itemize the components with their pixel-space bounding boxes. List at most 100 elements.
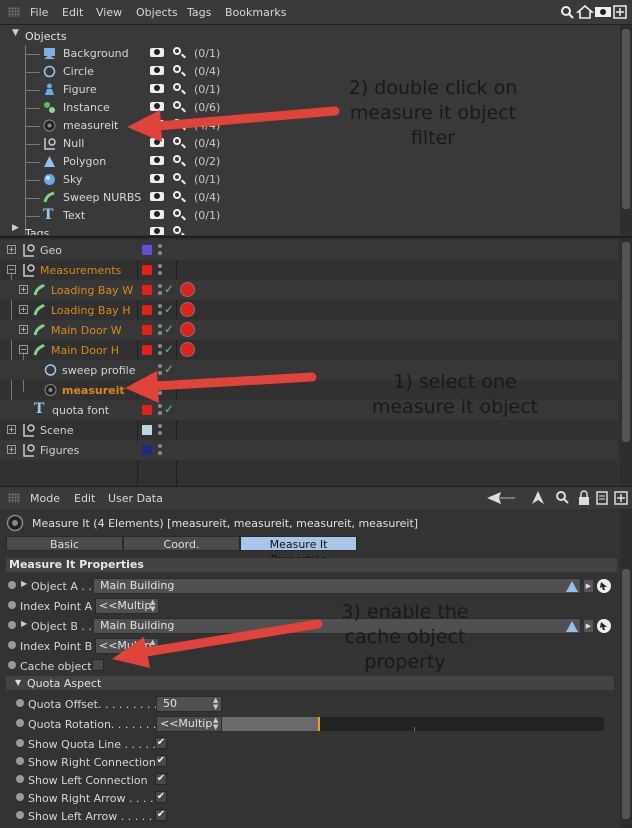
expand-icon[interactable]: + xyxy=(7,445,16,454)
group-quota-aspect[interactable]: ▼ Quota Aspect xyxy=(6,676,614,690)
object-row-scene[interactable]: + Scene xyxy=(0,420,618,440)
animation-dot-icon[interactable] xyxy=(16,699,24,707)
eye-icon[interactable] xyxy=(595,7,611,17)
visibility-dots[interactable] xyxy=(158,443,162,457)
quota-rotation-slider[interactable] xyxy=(222,717,604,731)
collapse-arrow-icon[interactable]: ▼ xyxy=(12,28,19,38)
animation-dot-icon[interactable] xyxy=(16,739,24,747)
menu-edit[interactable]: Edit xyxy=(74,492,95,505)
attribute-scrollbar[interactable] xyxy=(620,509,632,828)
visibility-dots[interactable] xyxy=(158,403,162,417)
spinner-icon[interactable]: ▲ ▼ xyxy=(213,717,218,731)
visibility-dots[interactable] xyxy=(158,363,162,377)
expand-icon[interactable]: + xyxy=(19,285,28,294)
show-quota-line-checkbox[interactable]: ✔ xyxy=(155,737,167,749)
search-icon[interactable] xyxy=(173,65,181,73)
eye-icon[interactable] xyxy=(150,102,164,111)
eye-icon[interactable] xyxy=(150,48,164,57)
eye-icon[interactable] xyxy=(150,210,164,219)
animation-dot-icon[interactable] xyxy=(16,811,24,819)
eye-icon[interactable] xyxy=(150,174,164,183)
search-icon[interactable] xyxy=(173,209,181,217)
layer-color-swatch[interactable] xyxy=(142,425,152,435)
visibility-dots[interactable] xyxy=(158,383,162,397)
filter-root-row[interactable]: ▼ Objects xyxy=(0,27,620,45)
search-icon[interactable] xyxy=(173,119,181,127)
object-row-measurements[interactable]: − Measurements xyxy=(0,260,618,280)
enabled-check-icon[interactable]: ✓ xyxy=(164,282,174,296)
scrollbar-thumb[interactable] xyxy=(622,569,630,819)
animation-dot-icon[interactable] xyxy=(16,719,24,727)
enabled-check-icon[interactable]: ✓ xyxy=(164,362,174,376)
spinner-icon[interactable]: ▲ ▼ xyxy=(213,697,218,711)
layer-color-swatch[interactable] xyxy=(142,405,152,415)
expand-icon[interactable]: + xyxy=(19,325,28,334)
expand-icon[interactable]: + xyxy=(7,425,16,434)
menu-edit[interactable]: Edit xyxy=(62,6,83,19)
material-tag-icon[interactable] xyxy=(180,322,195,337)
slider-marker[interactable] xyxy=(318,717,320,731)
scrollbar-thumb[interactable] xyxy=(622,242,630,442)
eye-icon[interactable] xyxy=(150,156,164,165)
search-icon[interactable] xyxy=(173,173,181,181)
search-icon[interactable] xyxy=(173,101,181,109)
spinner-icon[interactable]: ▲ ▼ xyxy=(150,639,155,653)
edit-settings-icon[interactable] xyxy=(596,491,608,505)
visibility-dots[interactable] xyxy=(158,323,162,337)
tab-basic[interactable]: Basic xyxy=(6,536,123,551)
filter-item-sweep-nurbs[interactable]: Sweep NURBS (0/4) xyxy=(0,189,618,207)
layer-color-swatch[interactable] xyxy=(142,285,152,295)
filter-scrollbar[interactable] xyxy=(620,25,632,235)
new-window-icon[interactable] xyxy=(613,5,627,19)
eye-icon[interactable] xyxy=(150,227,164,235)
hierarchy-scrollbar[interactable] xyxy=(620,238,632,486)
animation-dot-icon[interactable] xyxy=(16,757,24,765)
animation-dot-icon[interactable] xyxy=(8,581,16,589)
search-icon[interactable] xyxy=(173,137,181,145)
expand-icon[interactable]: + xyxy=(19,305,28,314)
filter-item-text[interactable]: T Text (0/1) xyxy=(0,207,618,225)
eye-icon[interactable] xyxy=(150,192,164,201)
animation-dot-icon[interactable] xyxy=(8,661,16,669)
filter-item-background[interactable]: Background (0/1) xyxy=(0,45,618,63)
material-tag-icon[interactable] xyxy=(180,302,195,317)
expand-arrow-icon[interactable]: ▶ xyxy=(21,619,27,628)
enabled-check-icon[interactable]: ✓ xyxy=(164,342,174,356)
layer-color-swatch[interactable] xyxy=(142,265,152,275)
menu-tags[interactable]: Tags xyxy=(187,6,211,19)
animation-dot-icon[interactable] xyxy=(8,601,16,609)
visibility-dots[interactable] xyxy=(158,283,162,297)
visibility-dots[interactable] xyxy=(158,423,162,437)
eye-icon[interactable] xyxy=(150,120,164,129)
search-icon[interactable] xyxy=(173,155,181,163)
show-right-arrow-checkbox[interactable]: ✔ xyxy=(155,791,167,803)
visibility-dots[interactable] xyxy=(158,303,162,317)
search-icon[interactable] xyxy=(173,226,181,234)
scrollbar-thumb[interactable] xyxy=(622,29,630,209)
expand-icon[interactable]: + xyxy=(7,245,16,254)
grip-icon[interactable] xyxy=(8,493,20,503)
menu-mode[interactable]: Mode xyxy=(30,492,60,505)
expand-arrow-icon[interactable]: ▶ xyxy=(12,224,19,233)
visibility-dots[interactable] xyxy=(158,343,162,357)
layer-color-swatch[interactable] xyxy=(142,325,152,335)
menu-objects[interactable]: Objects xyxy=(136,6,178,19)
home-icon[interactable] xyxy=(575,5,595,19)
back-arrow-icon[interactable] xyxy=(487,492,515,504)
animation-dot-icon[interactable] xyxy=(8,641,16,649)
visibility-dots[interactable] xyxy=(158,263,162,277)
filter-tags-row[interactable]: ▶ Tags xyxy=(0,224,620,235)
layer-color-swatch[interactable] xyxy=(142,345,152,355)
spinner-icon[interactable]: ▲ ▼ xyxy=(150,599,155,613)
animation-dot-icon[interactable] xyxy=(16,775,24,783)
layer-color-swatch[interactable] xyxy=(142,305,152,315)
eye-icon[interactable] xyxy=(150,138,164,147)
filter-item-sky[interactable]: Sky (0/1) xyxy=(0,171,618,189)
tab-coord[interactable]: Coord. xyxy=(123,536,240,551)
pick-object-icon[interactable] xyxy=(596,578,612,594)
menu-arrow-icon[interactable]: ▶ xyxy=(584,580,593,592)
object-row-figures[interactable]: + Figures xyxy=(0,440,618,460)
filter-item-polygon[interactable]: Polygon (0/2) xyxy=(0,153,618,171)
new-window-icon[interactable] xyxy=(614,491,628,505)
object-row-loading-bay-w[interactable]: + Loading Bay W ✓ xyxy=(0,280,618,300)
